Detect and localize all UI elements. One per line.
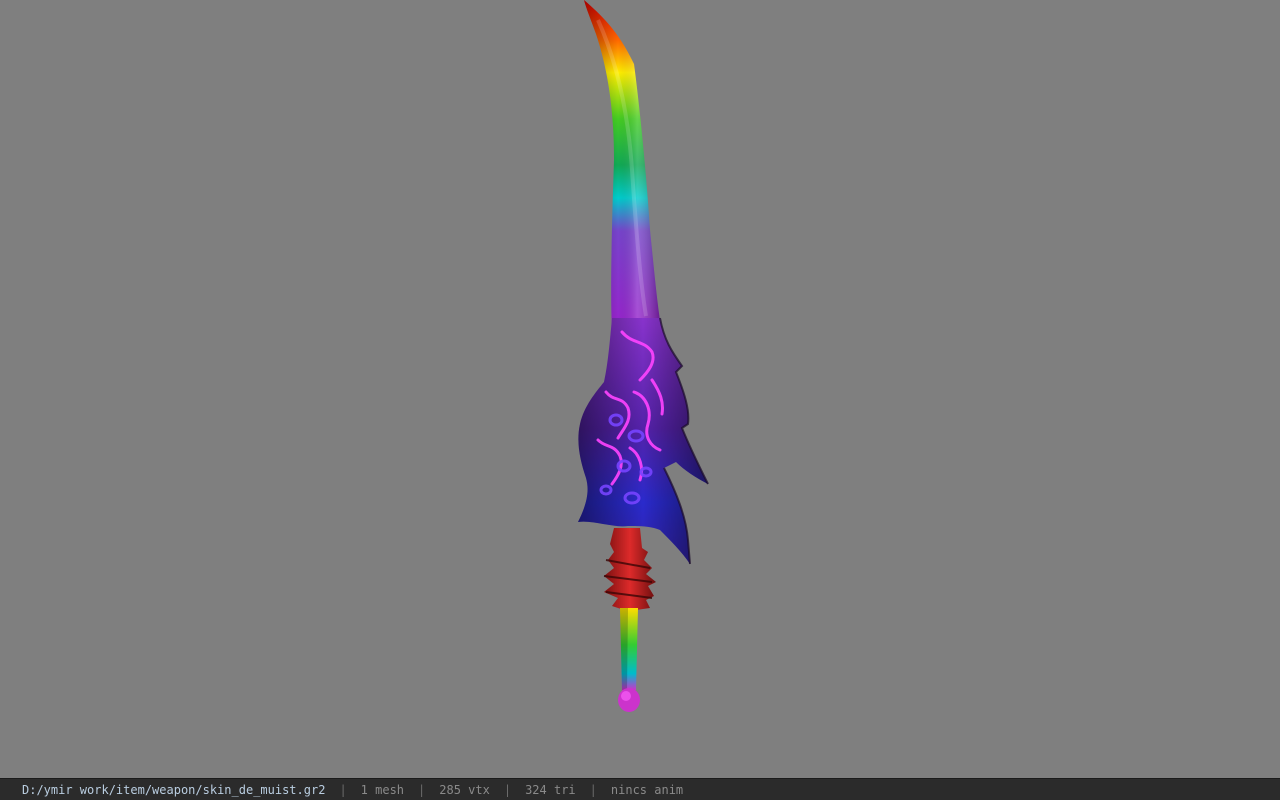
separator: | <box>589 782 597 797</box>
triangle-count: 324 tri <box>525 782 576 797</box>
file-path: D:/ymir work/item/weapon/skin_de_muist.g… <box>22 782 326 797</box>
sword-model <box>578 0 709 712</box>
separator: | <box>418 782 426 797</box>
mesh-count: 1 mesh <box>360 782 405 797</box>
separator: | <box>503 782 512 797</box>
3d-viewport[interactable] <box>0 0 1280 778</box>
status-bar: D:/ymir work/item/weapon/skin_de_muist.g… <box>0 778 1280 800</box>
separator: | <box>339 782 347 797</box>
animation-status: nincs anim <box>610 782 684 797</box>
vertex-count: 285 vtx <box>439 782 490 797</box>
